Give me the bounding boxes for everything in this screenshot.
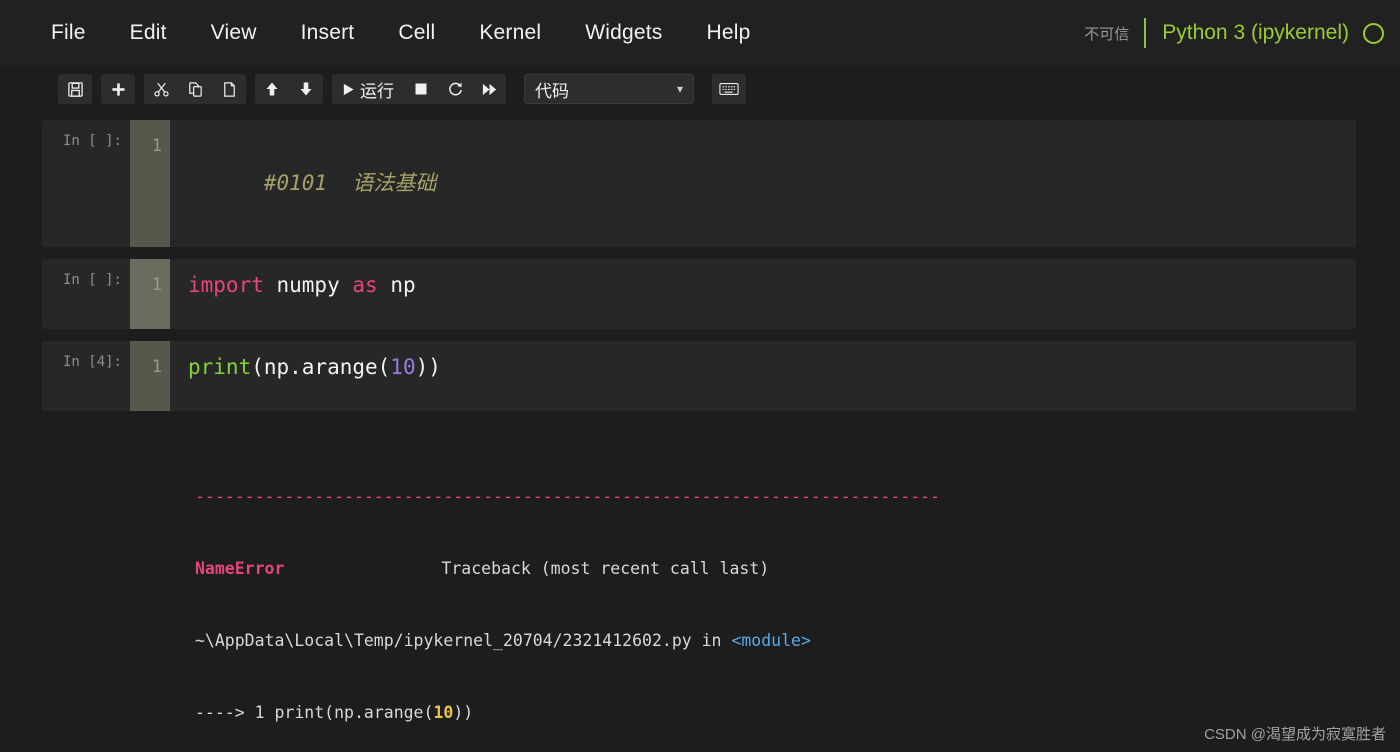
cell-source[interactable]: #0101 语法基础 — [170, 120, 1356, 247]
code-token: numpy — [263, 273, 353, 297]
error-separator-rule: ----------------------------------------… — [195, 487, 941, 506]
cell-source[interactable]: print(np.arange(10)) — [170, 341, 1356, 411]
cell-line-numbers: 1 — [130, 120, 170, 247]
menu-item-widgets[interactable]: Widgets — [578, 17, 669, 49]
code-token: as — [352, 273, 378, 297]
cell-prompt: In [4]: — [62, 354, 122, 370]
menu-bar: File Edit View Insert Cell Kernel Widget… — [0, 0, 1400, 66]
cell-prompt: In [ ]: — [62, 133, 122, 149]
trust-status-badge[interactable]: 不可信 — [1084, 23, 1142, 44]
cell-type-value: 代码 — [535, 81, 569, 101]
code-token: #0101 语法基础 — [263, 171, 437, 195]
restart-kernel-button[interactable] — [438, 74, 472, 104]
error-type-label: NameError — [195, 559, 285, 578]
restart-run-all-button[interactable] — [472, 74, 506, 104]
code-token: )) — [415, 355, 441, 379]
code-token: (np.arange( — [251, 355, 391, 379]
cell-line-numbers: 1 — [130, 341, 170, 411]
cut-cell-button[interactable] — [144, 74, 178, 104]
notebook-cell[interactable]: In [ ]: 1 import numpy as np — [42, 259, 1356, 329]
toolbar-group-run: 运行 — [332, 74, 506, 104]
code-token: np — [377, 273, 416, 297]
code-token: import — [188, 273, 264, 297]
restart-icon — [448, 82, 462, 95]
error-arrow-code-tail: )) — [453, 703, 474, 722]
error-header-line: NameError Traceback (most recent call las… — [42, 557, 1356, 581]
cell-type-dropdown[interactable]: 代码 ▾ — [524, 74, 694, 104]
run-cell-button[interactable]: 运行 — [332, 74, 404, 104]
menu-item-view[interactable]: View — [204, 17, 264, 49]
error-module-marker: <module> — [731, 631, 811, 650]
notebook-cell[interactable]: In [ ]: 1 #0101 语法基础 — [42, 120, 1356, 247]
menu-item-insert[interactable]: Insert — [294, 17, 362, 49]
toolbar-group-move — [255, 74, 323, 104]
menu-item-edit[interactable]: Edit — [123, 17, 174, 49]
toolbar-group-keyboard — [712, 74, 746, 104]
copy-cell-button[interactable] — [178, 74, 212, 104]
run-button-label: 运行 — [360, 81, 394, 101]
menu-item-kernel[interactable]: Kernel — [472, 17, 548, 49]
toolbar-group-insert — [101, 74, 135, 104]
cell-prompt: In [ ]: — [62, 272, 122, 288]
menu-item-help[interactable]: Help — [699, 17, 757, 49]
insert-cell-below-button[interactable] — [101, 74, 135, 104]
error-source-line: ----> 1 print(np.arange(10)) — [42, 701, 1356, 725]
error-arrow-prefix: ----> 1 — [195, 703, 275, 722]
move-cell-up-button[interactable] — [255, 74, 289, 104]
chevron-down-icon: ▾ — [676, 82, 683, 96]
traceback-header-label: Traceback (most recent call last) — [441, 559, 770, 578]
menu-item-cell[interactable]: Cell — [391, 17, 442, 49]
error-file-path: ~\AppData\Local\Temp/ipykernel_20704/232… — [195, 631, 732, 650]
kernel-status-area: 不可信 Python 3 (ipykernel) — [1084, 0, 1384, 66]
move-cell-down-button[interactable] — [289, 74, 323, 104]
error-arrow-number: 10 — [433, 703, 454, 722]
menu-item-file[interactable]: File — [44, 17, 93, 49]
kernel-divider — [1144, 18, 1147, 48]
save-button[interactable] — [58, 74, 92, 104]
kernel-idle-circle-icon — [1363, 22, 1384, 44]
paste-cell-button[interactable] — [212, 74, 246, 104]
toolbar-group-clipboard — [144, 74, 246, 104]
stop-square-icon — [415, 83, 427, 95]
cell-source[interactable]: import numpy as np — [170, 259, 1356, 329]
menu-item-list: File Edit View Insert Cell Kernel Widget… — [44, 17, 757, 49]
kernel-name-label: Python 3 (ipykernel) — [1162, 21, 1349, 44]
notebook-cell[interactable]: In [4]: 1 print(np.arange(10)) — [42, 341, 1356, 411]
code-token: print — [188, 355, 252, 379]
open-command-palette-button[interactable] — [712, 74, 746, 104]
error-arrow-code: print(np.arange( — [274, 703, 434, 722]
cell-line-numbers: 1 — [130, 259, 170, 329]
code-token: 10 — [390, 355, 416, 379]
cell-output-error: ----------------------------------------… — [42, 411, 1356, 752]
play-icon — [343, 83, 354, 95]
interrupt-kernel-button[interactable] — [404, 74, 438, 104]
error-file-line: ~\AppData\Local\Temp/ipykernel_20704/232… — [42, 629, 1356, 653]
toolbar: 运行 代码 ▾ — [0, 66, 1400, 112]
notebook-cell-container: In [ ]: 1 #0101 语法基础 In [ ]: 1 import nu… — [0, 112, 1400, 752]
toolbar-group-save — [58, 74, 92, 104]
fast-forward-icon — [482, 83, 496, 95]
keyboard-icon — [719, 83, 739, 95]
